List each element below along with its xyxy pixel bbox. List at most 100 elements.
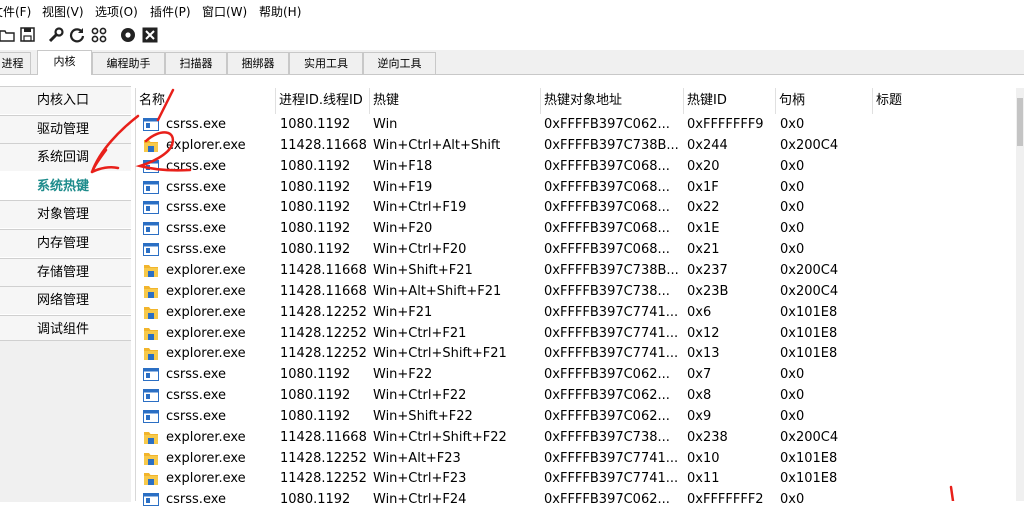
cell-hid: 0x12 <box>687 325 720 341</box>
menu-item[interactable]: 窗口(W) <box>202 3 247 20</box>
explorer-folder-icon <box>143 451 159 466</box>
cell-handle: 0x101E8 <box>780 346 838 362</box>
column-header[interactable]: 标题 <box>873 88 1022 114</box>
hotkey-table: 名称 进程ID.线程ID 热键 热键对象地址 热键ID 句柄 标题 csrss.exe 108… <box>135 88 1022 507</box>
save-icon[interactable] <box>19 26 36 43</box>
column-header[interactable]: 名称 <box>136 88 276 114</box>
cell-hotkey: Win+Shift+F21 <box>373 262 473 278</box>
tab-6[interactable]: 逆向工具 <box>363 52 436 74</box>
open-folder-icon[interactable] <box>0 26 15 43</box>
menu-item[interactable]: 文件(F) <box>0 3 31 20</box>
table-row[interactable]: csrss.exe 1080.1192 Win+Ctrl+F24 0xFFFFB397… <box>136 489 1022 510</box>
explorer-folder-icon <box>143 138 159 153</box>
vertical-scrollbar[interactable] <box>1016 88 1024 501</box>
explorer-folder-icon <box>143 430 159 445</box>
cell-name: explorer.exe <box>166 471 246 487</box>
tab-3[interactable]: 扫描器 <box>165 52 227 74</box>
cell-pid: 11428.12252 <box>280 450 367 466</box>
cell-hid: 0x21 <box>687 242 720 258</box>
refresh-icon[interactable] <box>68 26 85 43</box>
cell-handle: 0x200C4 <box>780 283 839 299</box>
table-row[interactable]: explorer.exe 11428.12252 Win+Ctrl+Shift+F2… <box>136 343 1022 364</box>
column-header[interactable]: 热键 <box>370 88 541 114</box>
cell-hotkey: Win+Ctrl+F21 <box>373 325 467 341</box>
table-row[interactable]: csrss.exe 1080.1192 Win+F22 0xFFFFB397C062.… <box>136 364 1022 385</box>
cell-hid: 0x20 <box>687 158 720 174</box>
wrench-icon[interactable] <box>47 26 64 43</box>
cell-hid: 0x11 <box>687 471 720 487</box>
cell-addr: 0xFFFFB397C068... <box>544 221 670 237</box>
table-row[interactable]: explorer.exe 11428.12252 Win+Ctrl+F23 0xFFF… <box>136 468 1022 489</box>
table-row[interactable]: csrss.exe 1080.1192 Win 0xFFFFB397C062... 0x… <box>136 114 1022 135</box>
sidebar: 内核入口驱动管理 系统回调 系统热键 对象管理 内存管理 存储管理 网络管理 调试组件 <box>0 86 131 346</box>
column-header[interactable]: 热键ID <box>684 88 776 114</box>
sidebar-item[interactable]: 调试组件 <box>0 314 131 343</box>
menu-item[interactable]: 选项(O) <box>95 3 138 20</box>
column-header[interactable]: 进程ID.线程ID <box>276 88 370 114</box>
cell-hid: 0x6 <box>687 304 712 320</box>
cell-hotkey: Win+Ctrl+F20 <box>373 242 467 258</box>
table-row[interactable]: explorer.exe 11428.11668 Win+Ctrl+Shift+F2… <box>136 427 1022 448</box>
table-row[interactable]: explorer.exe 11428.12252 Win+Alt+F23 0xFFFF… <box>136 448 1022 469</box>
gear-icon[interactable] <box>119 26 136 43</box>
tab-4[interactable]: 捆绑器 <box>227 52 289 74</box>
tab-0[interactable]: 进程 <box>0 52 31 74</box>
cell-name: csrss.exe <box>166 158 227 174</box>
cell-pid: 1080.1192 <box>280 388 351 404</box>
table-row[interactable]: explorer.exe 11428.12252 Win+F21 0xFFFFB397… <box>136 302 1022 323</box>
sidebar-item[interactable]: 内核入口 <box>0 86 131 114</box>
sidebar-item[interactable]: 存储管理 <box>0 257 131 286</box>
table-row[interactable]: explorer.exe 11428.11668 Win+Shift+F21 0xFF… <box>136 260 1022 281</box>
menu-item[interactable]: 帮助(H) <box>259 3 301 20</box>
table-row[interactable]: csrss.exe 1080.1192 Win+Ctrl+F20 0xFFFFB397… <box>136 239 1022 260</box>
tab-5[interactable]: 实用工具 <box>289 52 363 74</box>
table-row[interactable]: csrss.exe 1080.1192 Win+Shift+F22 0xFFFFB39… <box>136 406 1022 427</box>
cell-name: csrss.exe <box>166 388 227 404</box>
sidebar-item[interactable]: 网络管理 <box>0 286 131 315</box>
csrss-window-icon <box>143 221 159 236</box>
cell-hid: 0x23B <box>687 283 729 299</box>
tab-2[interactable]: 编程助手 <box>92 52 165 74</box>
table-row[interactable]: csrss.exe 1080.1192 Win+Ctrl+F19 0xFFFFB397… <box>136 197 1022 218</box>
table-row[interactable]: csrss.exe 1080.1192 Win+F18 0xFFFFB397C068.… <box>136 156 1022 177</box>
sidebar-item[interactable]: 驱动管理 <box>0 114 131 143</box>
table-row[interactable]: explorer.exe 11428.11668 Win+Alt+Shift+F21… <box>136 281 1022 302</box>
table-row[interactable]: explorer.exe 11428.12252 Win+Ctrl+F21 0xFFF… <box>136 323 1022 344</box>
cell-handle: 0x0 <box>780 367 805 383</box>
cell-pid: 11428.11668 <box>280 262 367 278</box>
cell-name: csrss.exe <box>166 242 227 258</box>
sidebar-item[interactable]: 内存管理 <box>0 229 131 257</box>
table-row[interactable]: csrss.exe 1080.1192 Win+Ctrl+F22 0xFFFFB397… <box>136 385 1022 406</box>
table-header: 名称 进程ID.线程ID 热键 热键对象地址 热键ID 句柄 标题 <box>136 88 1022 114</box>
close-icon[interactable] <box>141 26 158 43</box>
cell-name: explorer.exe <box>166 325 246 341</box>
menu-item[interactable]: 插件(P) <box>150 3 191 20</box>
csrss-window-icon <box>143 409 159 424</box>
explorer-folder-icon <box>143 305 159 320</box>
cell-addr: 0xFFFFB397C738... <box>544 283 670 299</box>
sidebar-item[interactable]: 系统回调 <box>0 143 131 172</box>
cell-handle: 0x0 <box>780 179 805 195</box>
sidebar-item[interactable]: 对象管理 <box>0 200 131 229</box>
cell-pid: 11428.12252 <box>280 346 367 362</box>
cell-pid: 11428.12252 <box>280 304 367 320</box>
cell-pid: 1080.1192 <box>280 179 351 195</box>
csrss-window-icon <box>143 367 159 382</box>
table-row[interactable]: csrss.exe 1080.1192 Win+F19 0xFFFFB397C068.… <box>136 177 1022 198</box>
column-header[interactable]: 热键对象地址 <box>541 88 684 114</box>
scrollbar-thumb[interactable] <box>1017 98 1023 146</box>
table-row[interactable]: csrss.exe 1080.1192 Win+F20 0xFFFFB397C068.… <box>136 218 1022 239</box>
cell-addr: 0xFFFFB397C068... <box>544 242 670 258</box>
cell-handle: 0x0 <box>780 117 805 132</box>
sidebar-item-label: 内核入口 <box>37 93 90 108</box>
tab-1[interactable]: 内核 <box>37 50 92 75</box>
cell-hid: 0x244 <box>687 137 728 153</box>
cell-name: explorer.exe <box>166 262 246 278</box>
sidebar-item[interactable]: 系统热键 <box>0 171 131 200</box>
column-header[interactable]: 句柄 <box>776 88 873 114</box>
cell-addr: 0xFFFFB397C7741... <box>544 325 679 341</box>
cell-addr: 0xFFFFB397C062... <box>544 367 670 383</box>
menu-item[interactable]: 视图(V) <box>42 3 84 20</box>
table-row[interactable]: explorer.exe 11428.11668 Win+Ctrl+Alt+Shif… <box>136 135 1022 156</box>
grid-icon[interactable] <box>90 26 107 43</box>
